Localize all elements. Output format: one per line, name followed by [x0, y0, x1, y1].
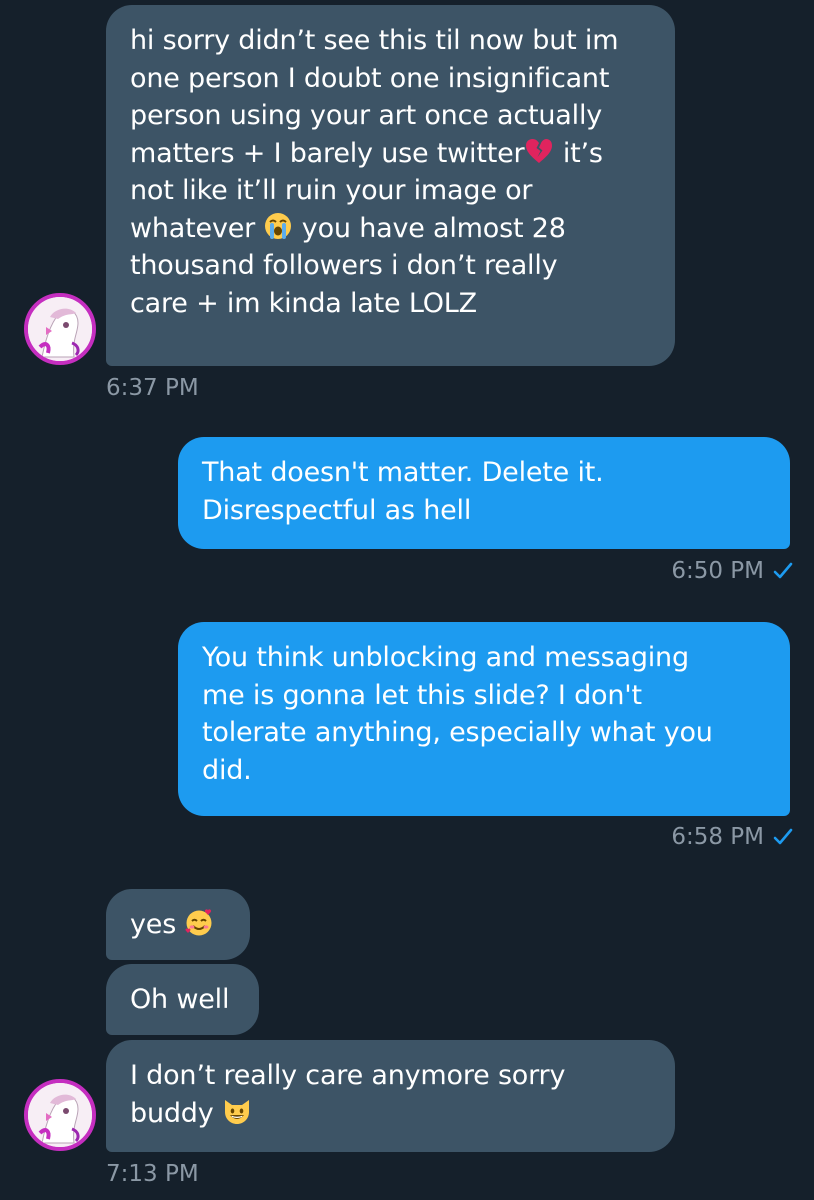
check-icon	[772, 826, 794, 848]
message-bubble-incoming[interactable]: I don’t really care anymore sorry buddy	[106, 1040, 675, 1152]
message-bubble-outgoing[interactable]: That doesn't matter. Delete it. Disrespe…	[178, 437, 790, 549]
message-timestamp: 6:50 PM	[671, 558, 764, 584]
message-text: You think unblocking and messaging me is…	[202, 642, 713, 786]
message-status: 6:58 PM	[671, 823, 794, 851]
smiling-face-with-hearts-icon	[184, 907, 214, 937]
message-status: 6:50 PM	[671, 557, 794, 585]
message-text: I don’t really care anymore sorry buddy	[130, 1060, 566, 1129]
message-text: That doesn't matter. Delete it. Disrespe…	[202, 457, 604, 526]
message-text: Oh well	[130, 984, 230, 1015]
message-bubble-incoming[interactable]: Oh well	[106, 964, 259, 1035]
loudly-crying-face-icon	[263, 211, 293, 241]
broken-heart-icon	[524, 136, 554, 166]
message-bubble-incoming[interactable]: hi sorry didn’t see this til now but im …	[106, 5, 675, 366]
message-timestamp: 7:13 PM	[106, 1161, 199, 1187]
avatar[interactable]	[24, 1079, 96, 1151]
avatar[interactable]	[24, 293, 96, 365]
check-icon	[772, 560, 794, 582]
message-text: yes	[130, 909, 185, 940]
message-bubble-incoming[interactable]: yes	[106, 889, 250, 960]
message-timestamp: 6:37 PM	[106, 375, 199, 401]
message-bubble-outgoing[interactable]: You think unblocking and messaging me is…	[178, 622, 790, 816]
message-timestamp: 6:58 PM	[671, 824, 764, 850]
grinning-cat-icon	[222, 1096, 252, 1126]
